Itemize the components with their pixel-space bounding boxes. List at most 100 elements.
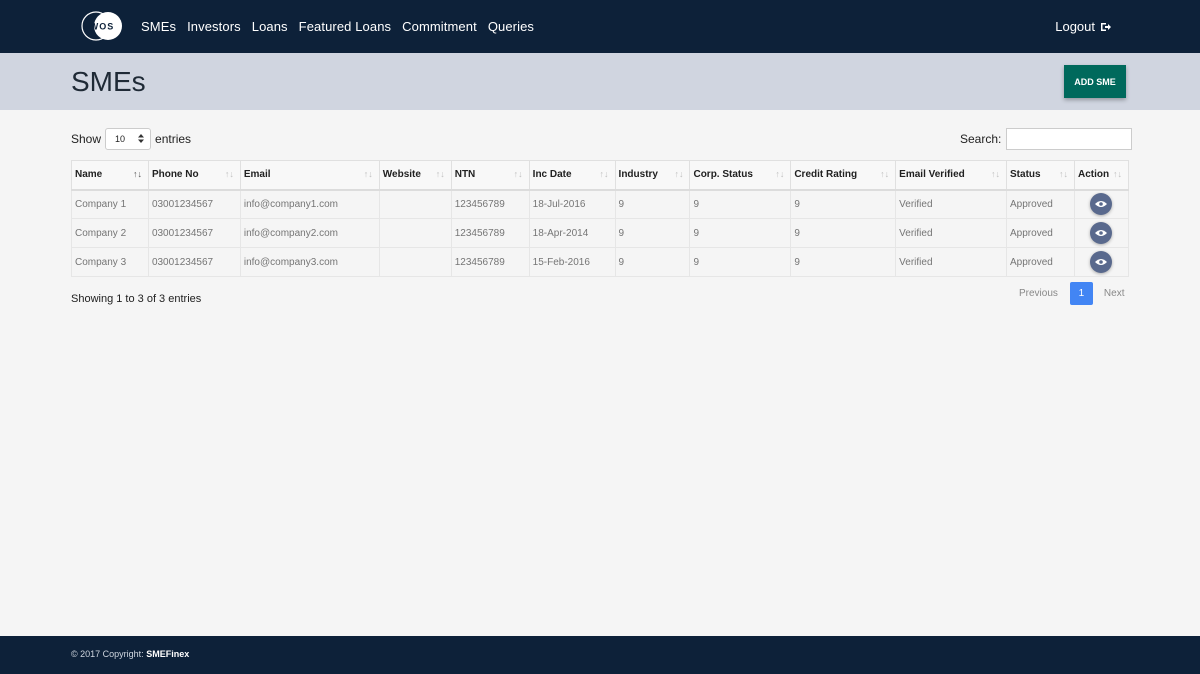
cell-industry: 9 <box>614 218 691 248</box>
main-nav: SMEs Investors Loans Featured Loans Comm… <box>141 0 545 53</box>
table-row: Company 2 03001234567 info@company2.com … <box>71 218 1130 248</box>
col-header-industry[interactable]: Industry ↑↓ <box>614 160 691 191</box>
sort-icon: ↑↓ <box>674 169 684 179</box>
table-header-row: Name ↑↓ Phone No ↑↓ Email ↑↓ Website ↑↓ NTN ↑… <box>71 160 1130 191</box>
footer-copyright: © 2017 Copyright: SMEFinex <box>71 649 189 659</box>
nav-link-investors[interactable]: Investors <box>187 19 241 34</box>
cell-industry: 9 <box>614 247 691 277</box>
nav-link-commitment[interactable]: Commitment <box>402 19 477 34</box>
cell-email: info@company1.com <box>239 189 380 219</box>
entries-value: 10 <box>115 134 126 144</box>
cell-email-verified: Verified <box>895 247 1008 277</box>
sort-icon: ↑↓ <box>599 169 609 179</box>
sort-icon: ↑↓ <box>991 169 1001 179</box>
cell-ntn: 123456789 <box>450 189 530 219</box>
col-header-email[interactable]: Email ↑↓ <box>239 160 380 191</box>
cell-status: Approved <box>1006 247 1075 277</box>
cell-website <box>378 218 452 248</box>
col-header-website[interactable]: Website ↑↓ <box>378 160 452 191</box>
cell-phone: 03001234567 <box>147 189 241 219</box>
cell-action <box>1073 218 1130 248</box>
cell-ntn: 123456789 <box>450 247 530 277</box>
col-header-corp-status[interactable]: Corp. Status ↑↓ <box>689 160 792 191</box>
logo[interactable]: WOS <box>80 10 124 42</box>
page-header: SMEs ADD SME <box>0 53 1200 110</box>
col-header-credit-rating[interactable]: Credit Rating ↑↓ <box>790 160 897 191</box>
cell-email-verified: Verified <box>895 218 1008 248</box>
nav-link-featured-loans[interactable]: Featured Loans <box>299 19 391 34</box>
sort-icon: ↑↓ <box>513 169 523 179</box>
cell-inc-date: 15-Feb-2016 <box>528 247 616 277</box>
pagination-previous[interactable]: Previous <box>1015 288 1062 299</box>
sort-icon: ↑↓ <box>775 169 785 179</box>
cell-action <box>1073 247 1130 277</box>
footer: © 2017 Copyright: SMEFinex <box>0 636 1200 674</box>
cell-website <box>378 247 452 277</box>
cell-inc-date: 18-Jul-2016 <box>528 189 616 219</box>
col-header-email-verified[interactable]: Email Verified ↑↓ <box>895 160 1008 191</box>
pagination: Previous 1 Next <box>1015 282 1128 305</box>
cell-phone: 03001234567 <box>147 247 241 277</box>
logout-link[interactable]: Logout <box>1055 0 1112 53</box>
col-header-action[interactable]: Action ↑↓ <box>1073 160 1130 191</box>
footer-brand-link[interactable]: SMEFinex <box>146 649 189 659</box>
cell-credit-rating: 9 <box>790 218 897 248</box>
sort-icon: ↑↓ <box>435 169 445 179</box>
cell-website <box>378 189 452 219</box>
cell-corp-status: 9 <box>689 189 792 219</box>
cell-credit-rating: 9 <box>790 247 897 277</box>
cell-email-verified: Verified <box>895 189 1008 219</box>
copyright-text: © 2017 Copyright: <box>71 649 144 659</box>
cell-inc-date: 18-Apr-2014 <box>528 218 616 248</box>
sort-icon: ↑↓ <box>1113 169 1122 179</box>
eye-icon <box>1095 201 1108 208</box>
cell-industry: 9 <box>614 189 691 219</box>
sort-asc-icon: ↑↓ <box>132 169 142 179</box>
top-navbar: WOS SMEs Investors Loans Featured Loans … <box>0 0 1200 53</box>
select-arrows-icon <box>138 133 145 145</box>
col-header-name[interactable]: Name ↑↓ <box>71 160 149 191</box>
view-button[interactable] <box>1090 251 1113 273</box>
nav-link-smes[interactable]: SMEs <box>141 19 176 34</box>
nav-link-queries[interactable]: Queries <box>488 19 534 34</box>
search-control: Search: <box>960 128 1133 150</box>
cell-email: info@company3.com <box>239 247 380 277</box>
view-button[interactable] <box>1090 222 1113 244</box>
add-sme-button[interactable]: ADD SME <box>1064 65 1126 98</box>
cell-phone: 03001234567 <box>147 218 241 248</box>
pagination-page-1[interactable]: 1 <box>1069 282 1093 305</box>
cell-ntn: 123456789 <box>450 218 530 248</box>
sort-icon: ↑↓ <box>880 169 890 179</box>
pagination-next[interactable]: Next <box>1100 288 1129 299</box>
col-header-inc-date[interactable]: Inc Date ↑↓ <box>528 160 616 191</box>
cell-status: Approved <box>1006 189 1075 219</box>
show-entries-control: Show 10 entries <box>71 128 191 150</box>
view-button[interactable] <box>1090 193 1113 216</box>
cell-action <box>1073 189 1130 219</box>
cell-name: Company 3 <box>71 247 149 277</box>
col-header-status[interactable]: Status ↑↓ <box>1006 160 1075 191</box>
cell-status: Approved <box>1006 218 1075 248</box>
cell-credit-rating: 9 <box>790 189 897 219</box>
search-input[interactable] <box>1006 128 1133 150</box>
sort-icon: ↑↓ <box>363 169 373 179</box>
smes-table: Name ↑↓ Phone No ↑↓ Email ↑↓ Website ↑↓ NTN ↑… <box>71 160 1130 277</box>
table-info: Showing 1 to 3 of 3 entries <box>71 293 202 305</box>
eye-icon <box>1095 259 1108 265</box>
cell-email: info@company2.com <box>239 218 380 248</box>
sign-out-icon <box>1100 21 1112 33</box>
svg-text:WOS: WOS <box>90 22 115 32</box>
nav-link-loans[interactable]: Loans <box>252 19 288 34</box>
table-row: Company 1 03001234567 info@company1.com … <box>71 189 1130 219</box>
cell-corp-status: 9 <box>689 218 792 248</box>
col-header-ntn[interactable]: NTN ↑↓ <box>450 160 530 191</box>
page-title: SMEs <box>71 66 146 97</box>
cell-name: Company 2 <box>71 218 149 248</box>
entries-select[interactable]: 10 <box>105 128 152 150</box>
col-header-phone[interactable]: Phone No ↑↓ <box>147 160 241 191</box>
sort-icon: ↑↓ <box>224 169 234 179</box>
cell-corp-status: 9 <box>689 247 792 277</box>
table-row: Company 3 03001234567 info@company3.com … <box>71 247 1130 277</box>
logout-label: Logout <box>1055 19 1095 34</box>
sort-icon: ↑↓ <box>1058 169 1068 179</box>
